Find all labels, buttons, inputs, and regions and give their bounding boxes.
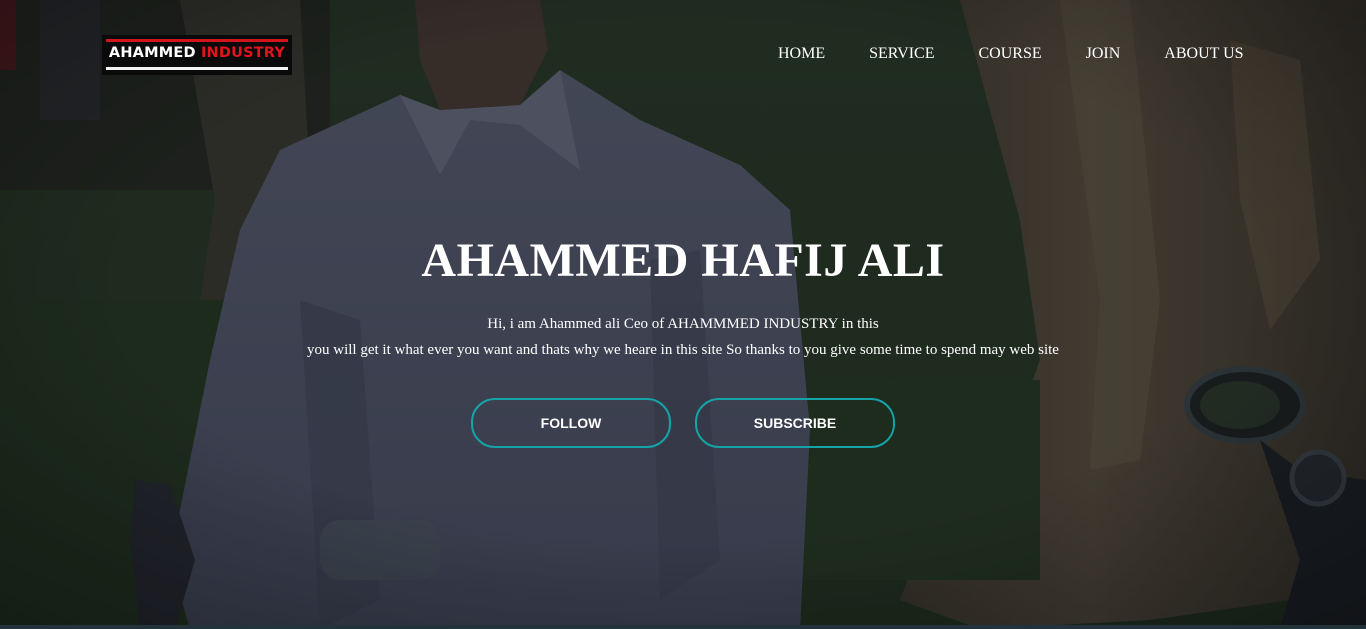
nav-item-service[interactable]: SERVICE: [847, 44, 956, 64]
main-nav: HOME SERVICE COURSE JOIN ABOUT US: [756, 44, 1266, 64]
logo-word-industry: INDUSTRY: [200, 45, 286, 61]
bottom-edge-strip: [0, 625, 1366, 629]
nav-item-join[interactable]: JOIN: [1064, 44, 1143, 64]
site-logo[interactable]: AHAMMED INDUSTRY: [102, 35, 292, 75]
follow-button[interactable]: FOLLOW: [471, 398, 671, 448]
logo-text: AHAMMED INDUSTRY: [102, 44, 292, 62]
logo-red-bar: [106, 39, 288, 42]
nav-item-home[interactable]: HOME: [756, 44, 847, 64]
hero-title: AHAMMED HAFIJ ALI: [421, 234, 945, 287]
hero-intro-line-2: you will get it what ever you want and t…: [307, 342, 1059, 358]
nav-item-course[interactable]: COURSE: [957, 44, 1064, 64]
nav-item-about-us[interactable]: ABOUT US: [1142, 44, 1265, 64]
hero-intro-line-1: Hi, i am Ahammed ali Ceo of AHAMMMED IND…: [487, 316, 879, 332]
hero-section: AHAMMED INDUSTRY HOME SERVICE COURSE JOI…: [0, 0, 1366, 629]
logo-word-ahammed: AHAMMED: [108, 45, 196, 61]
hero-intro: Hi, i am Ahammed ali Ceo of AHAMMMED IND…: [0, 311, 1366, 363]
logo-white-bar: [106, 67, 288, 70]
subscribe-button[interactable]: SUBSCRIBE: [695, 398, 895, 448]
